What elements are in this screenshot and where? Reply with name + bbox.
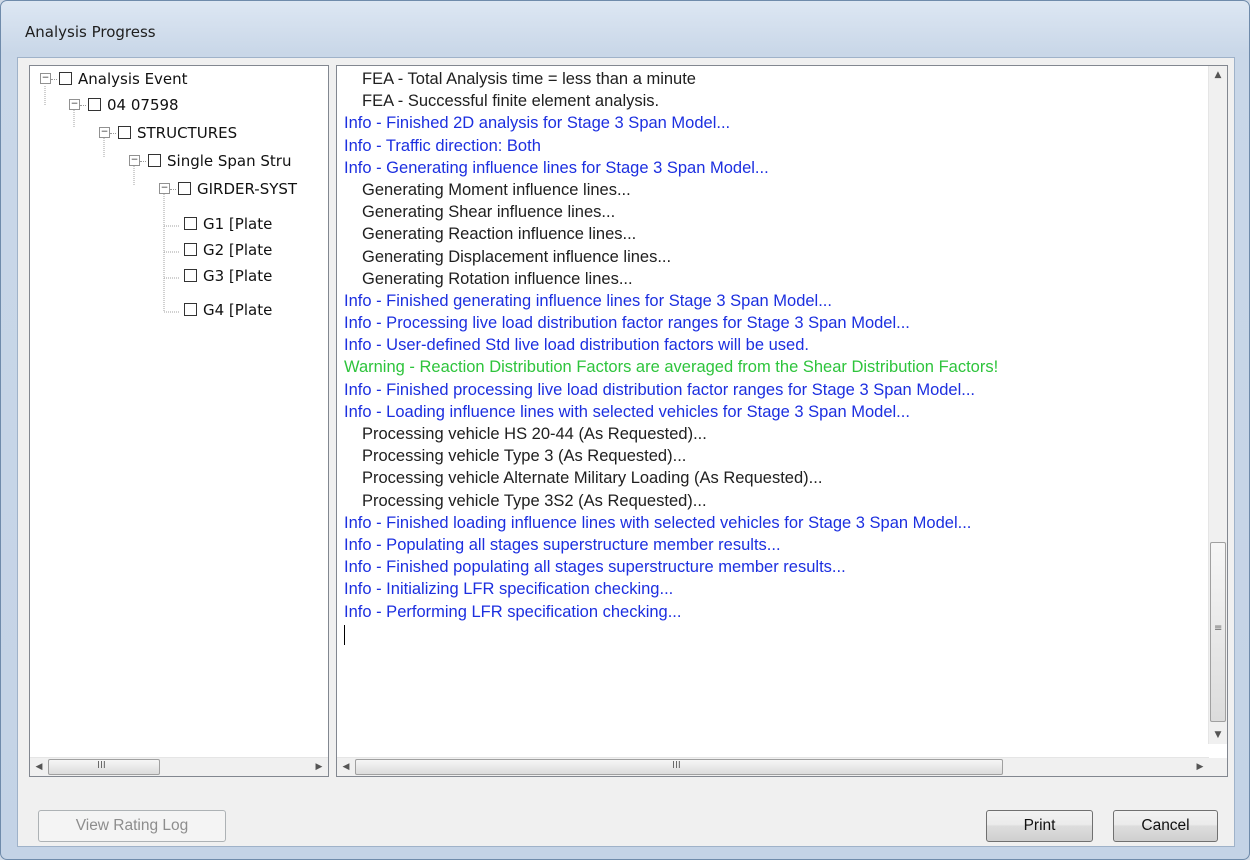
log-line-info: Info - Finished populating all stages su… [344, 558, 846, 577]
log-line-plain: FEA - Successful finite element analysis… [362, 92, 660, 111]
log-line-info: Info - Traffic direction: Both [344, 136, 541, 155]
tree-node-label: 04 07598 [107, 96, 179, 114]
tree-node-analysis-event[interactable]: − Analysis Event [40, 70, 188, 92]
dialog-client-area: − Analysis Event − 04 07598 − STRUCTURES − S… [17, 57, 1235, 847]
log-line-info: Info - Processing live load distribution… [344, 314, 910, 333]
view-rating-log-button[interactable]: View Rating Log [38, 810, 226, 842]
checkbox-icon[interactable] [184, 217, 197, 230]
tree-node-label: GIRDER-SYST [197, 180, 298, 198]
log-line-info: Info - Finished generating influence lin… [344, 291, 832, 310]
tree-node-label: Single Span Stru [167, 152, 292, 170]
collapse-icon[interactable]: − [159, 183, 170, 194]
tree-node-structures[interactable]: − STRUCTURES [99, 124, 237, 146]
checkbox-icon[interactable] [88, 98, 101, 111]
tree-node-label: G4 [Plate [203, 301, 273, 319]
log-line-plain: Generating Displacement influence lines.… [362, 247, 672, 266]
arrow-right-icon[interactable]: ▶ [310, 758, 328, 776]
title-bar: Analysis Progress [1, 1, 1249, 57]
arrow-right-icon[interactable]: ▶ [1191, 758, 1209, 776]
print-button[interactable]: Print [986, 810, 1093, 842]
arrow-up-icon[interactable]: ▲ [1209, 66, 1227, 84]
tree-node-g1[interactable]: G1 [Plate [182, 215, 272, 237]
scroll-thumb[interactable]: III [48, 759, 160, 775]
tree-node-label: G3 [Plate [203, 267, 273, 285]
log-line-info: Info - Finished processing live load dis… [344, 380, 976, 399]
log-line-info: Info - Finished loading influence lines … [344, 513, 972, 532]
log-line-info: Info - Loading influence lines with sele… [344, 402, 910, 421]
cancel-button[interactable]: Cancel [1113, 810, 1218, 842]
tree-horizontal-scrollbar[interactable]: ◀ III ▶ [30, 757, 328, 776]
collapse-icon[interactable]: − [99, 127, 110, 138]
tree-node-bridge[interactable]: − 04 07598 [69, 96, 179, 118]
analysis-progress-window: Analysis Progress − Analysis Event − 04 … [0, 0, 1250, 860]
log-line-plain: Processing vehicle Type 3S2 (As Requeste… [362, 491, 707, 510]
collapse-icon[interactable]: − [40, 73, 51, 84]
tree-node-g3[interactable]: G3 [Plate [182, 267, 272, 289]
scroll-thumb[interactable]: III [355, 759, 1003, 775]
tree-node-g2[interactable]: G2 [Plate [182, 241, 272, 263]
log-line-plain: Generating Shear influence lines... [362, 203, 616, 222]
log-line-info: Info - Performing LFR specification chec… [344, 602, 682, 621]
log-line-info: Info - Initializing LFR specification ch… [344, 580, 674, 599]
log-vertical-scrollbar[interactable]: ▲ ≡ ▼ [1208, 66, 1227, 744]
log-line-plain: Processing vehicle Alternate Military Lo… [362, 469, 823, 488]
log-line-info: Info - Generating influence lines for St… [344, 158, 769, 177]
tree-node-label: Analysis Event [78, 70, 188, 88]
checkbox-icon[interactable] [184, 303, 197, 316]
tree-node-g4[interactable]: G4 [Plate [182, 301, 272, 323]
checkbox-icon[interactable] [118, 126, 131, 139]
log-line-info: Info - Populating all stages superstruct… [344, 535, 781, 554]
scroll-thumb[interactable]: ≡ [1210, 542, 1226, 722]
arrow-left-icon[interactable]: ◀ [337, 758, 355, 776]
log-line-info: Info - User-defined Std live load distri… [344, 336, 809, 355]
checkbox-icon[interactable] [59, 72, 72, 85]
log-line-plain: Processing vehicle HS 20-44 (As Requeste… [362, 425, 707, 443]
tree-node-girder-system[interactable]: − GIRDER-SYST [159, 180, 297, 202]
tree-node-single-span[interactable]: − Single Span Stru [129, 152, 291, 174]
tree-node-label: G2 [Plate [203, 241, 273, 259]
arrow-down-icon[interactable]: ▼ [1209, 726, 1227, 744]
log-line-plain: Generating Rotation influence lines... [362, 269, 633, 288]
checkbox-icon[interactable] [148, 154, 161, 167]
scrollbar-corner [1209, 758, 1227, 776]
log-line-plain: Generating Moment influence lines... [362, 180, 631, 199]
text-caret [344, 623, 1204, 645]
window-title: Analysis Progress [25, 23, 156, 41]
analysis-tree[interactable]: − Analysis Event − 04 07598 − STRUCTURES − S… [29, 65, 329, 777]
checkbox-icon[interactable] [178, 182, 191, 195]
analysis-log[interactable]: FEA - Total Analysis time = less than a … [336, 65, 1228, 777]
checkbox-icon[interactable] [184, 243, 197, 256]
collapse-icon[interactable]: − [129, 155, 140, 166]
log-horizontal-scrollbar[interactable]: ◀ III ▶ [337, 757, 1209, 776]
log-line-plain: Processing vehicle Type 3 (As Requested)… [362, 447, 687, 466]
log-line-plain: Generating Reaction influence lines... [362, 225, 637, 244]
arrow-left-icon[interactable]: ◀ [30, 758, 48, 776]
tree-node-label: G1 [Plate [203, 215, 273, 233]
log-lines: FEA - Total Analysis time = less than a … [344, 68, 1204, 645]
log-line-plain: FEA - Total Analysis time = less than a … [362, 70, 696, 88]
collapse-icon[interactable]: − [69, 99, 80, 110]
tree-node-label: STRUCTURES [137, 124, 238, 142]
log-line-info: Info - Finished 2D analysis for Stage 3 … [344, 114, 731, 133]
log-line-warn: Warning - Reaction Distribution Factors … [344, 358, 999, 377]
checkbox-icon[interactable] [184, 269, 197, 282]
